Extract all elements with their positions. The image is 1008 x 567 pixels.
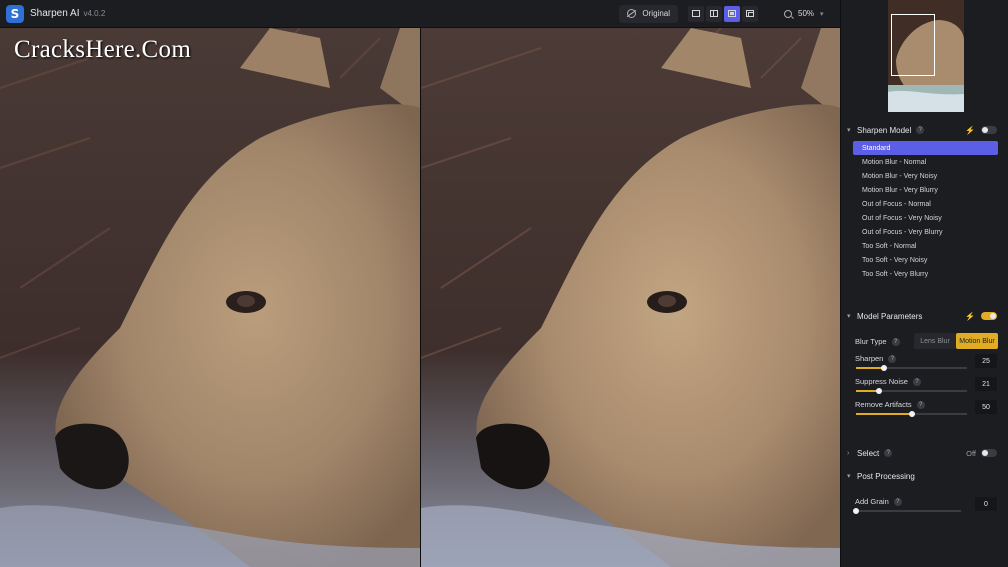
help-icon[interactable]: ? bbox=[888, 354, 897, 363]
auto-bolt-icon: ⚡ bbox=[965, 311, 975, 321]
select-header[interactable]: › Select ? Off bbox=[841, 446, 1008, 460]
auto-parameters-toggle[interactable] bbox=[981, 312, 997, 320]
app-title: Sharpen AI bbox=[30, 8, 80, 19]
select-section: › Select ? Off bbox=[841, 446, 1008, 460]
select-title: Select bbox=[857, 448, 880, 458]
model-option[interactable]: Motion Blur - Very Noisy bbox=[853, 169, 998, 183]
sharpen-model-header[interactable]: ▾ Sharpen Model ? ⚡ bbox=[841, 123, 1008, 137]
add-grain-row: Add Grain? 0 bbox=[841, 497, 1008, 520]
help-icon[interactable]: ? bbox=[916, 126, 925, 134]
parameter-row: Suppress Noise? 21 bbox=[841, 377, 1008, 400]
model-option[interactable]: Out of Focus - Very Noisy bbox=[853, 211, 998, 225]
parameter-row: Sharpen? 25 bbox=[841, 354, 1008, 377]
blur-type-label: Blur Type? bbox=[855, 337, 900, 346]
quad-view-button[interactable] bbox=[742, 5, 758, 22]
top-toolbar: S Sharpen AI v4.0.2 Original 50% ▾ bbox=[0, 0, 840, 28]
select-state-label: Off bbox=[966, 448, 976, 458]
split-view-icon bbox=[710, 10, 718, 17]
bear-photo-sharpened bbox=[421, 28, 840, 567]
post-processing-title: Post Processing bbox=[857, 471, 915, 481]
parameter-slider[interactable] bbox=[856, 365, 967, 371]
post-processing-section: ▾ Post Processing Add Grain? 0 bbox=[841, 469, 1008, 520]
parameter-value-input[interactable]: 25 bbox=[975, 354, 997, 368]
chevron-down-icon: ▾ bbox=[847, 127, 851, 134]
model-option[interactable]: Too Soft - Very Blurry bbox=[853, 267, 998, 281]
sharpen-model-toggle[interactable] bbox=[981, 126, 997, 134]
app-window: S Sharpen AI v4.0.2 Original 50% ▾ Crack… bbox=[0, 0, 1008, 567]
single-view-icon bbox=[692, 10, 700, 17]
model-option[interactable]: Out of Focus - Very Blurry bbox=[853, 225, 998, 239]
model-option[interactable]: Too Soft - Very Noisy bbox=[853, 253, 998, 267]
bear-photo-original bbox=[0, 28, 420, 567]
original-image-pane[interactable]: CracksHere.Com bbox=[0, 28, 420, 567]
model-option[interactable]: Out of Focus - Normal bbox=[853, 197, 998, 211]
zoom-icon bbox=[784, 9, 792, 18]
zoom-level: 50% bbox=[798, 9, 815, 18]
model-option[interactable]: Motion Blur - Normal bbox=[853, 155, 998, 169]
slider-thumb[interactable] bbox=[853, 508, 859, 514]
original-label: Original bbox=[642, 9, 670, 18]
help-icon[interactable]: ? bbox=[891, 337, 900, 346]
chevron-down-icon: ▾ bbox=[847, 473, 851, 480]
parameter-value-input[interactable]: 50 bbox=[975, 400, 997, 414]
sharpen-ai-logo-icon: S bbox=[6, 4, 24, 23]
post-processing-header[interactable]: ▾ Post Processing bbox=[841, 469, 1008, 483]
blur-type-row: Blur Type? Lens Blur Motion Blur bbox=[841, 333, 1008, 351]
side-by-side-view-icon bbox=[728, 10, 736, 17]
slider-thumb[interactable] bbox=[876, 388, 883, 394]
slider-fill bbox=[856, 367, 884, 369]
slider-fill bbox=[856, 413, 912, 415]
quad-view-icon bbox=[746, 10, 754, 17]
parameter-row: Remove Artifacts? 50 bbox=[841, 400, 1008, 423]
zoom-control[interactable]: 50% ▾ bbox=[776, 4, 830, 23]
model-parameters-header[interactable]: ▾ Model Parameters ⚡ bbox=[841, 309, 1008, 323]
image-viewer[interactable]: CracksHere.Com bbox=[0, 28, 840, 567]
split-view-button[interactable] bbox=[706, 5, 722, 22]
help-icon[interactable]: ? bbox=[912, 377, 921, 386]
help-icon[interactable]: ? bbox=[916, 400, 925, 409]
model-parameters-title: Model Parameters bbox=[857, 311, 923, 321]
watermark-text: CracksHere.Com bbox=[14, 36, 192, 63]
chevron-down-icon: ▾ bbox=[847, 313, 851, 320]
slider-thumb[interactable] bbox=[880, 365, 887, 371]
model-option[interactable]: Standard bbox=[853, 141, 998, 155]
model-option[interactable]: Motion Blur - Very Blurry bbox=[853, 183, 998, 197]
sharpen-model-title: Sharpen Model bbox=[857, 125, 912, 135]
original-toggle-button[interactable]: Original bbox=[619, 4, 678, 23]
add-grain-value-input[interactable]: 0 bbox=[975, 497, 997, 511]
chevron-right-icon: › bbox=[847, 449, 850, 457]
auto-bolt-icon: ⚡ bbox=[965, 125, 975, 135]
select-toggle[interactable] bbox=[981, 449, 997, 457]
parameter-slider[interactable] bbox=[856, 388, 967, 394]
help-icon[interactable]: ? bbox=[884, 449, 893, 457]
help-icon[interactable]: ? bbox=[893, 497, 902, 506]
model-parameters-section: ▾ Model Parameters ⚡ Blur Type? Lens Blu… bbox=[841, 309, 1008, 423]
chevron-down-icon: ▾ bbox=[820, 10, 824, 18]
motion-blur-option[interactable]: Motion Blur bbox=[956, 333, 998, 349]
sharpen-model-section: ▾ Sharpen Model ? ⚡ Standard Motion Blur … bbox=[841, 123, 1008, 281]
eye-off-icon bbox=[627, 9, 637, 18]
preview-image-pane[interactable] bbox=[421, 28, 840, 567]
model-list: Standard Motion Blur - Normal Motion Blur … bbox=[841, 141, 1008, 281]
parameter-label: Suppress Noise? bbox=[855, 377, 921, 386]
parameter-label: Remove Artifacts? bbox=[855, 400, 925, 409]
side-by-side-view-button[interactable] bbox=[724, 5, 740, 22]
parameter-label: Sharpen? bbox=[855, 354, 897, 363]
lens-blur-option[interactable]: Lens Blur bbox=[914, 333, 956, 349]
add-grain-label: Add Grain? bbox=[855, 497, 902, 506]
parameter-value-input[interactable]: 21 bbox=[975, 377, 997, 391]
single-view-button[interactable] bbox=[688, 5, 704, 22]
navigator-viewport-frame[interactable] bbox=[891, 14, 935, 76]
parameter-sliders: Sharpen? 25 Suppress Noise? 21 Remove Artifa… bbox=[841, 354, 1008, 423]
model-option[interactable]: Too Soft - Normal bbox=[853, 239, 998, 253]
slider-thumb[interactable] bbox=[908, 411, 915, 417]
navigator-thumbnail[interactable] bbox=[888, 0, 964, 112]
settings-panel: ▾ Sharpen Model ? ⚡ Standard Motion Blur … bbox=[840, 0, 1008, 567]
parameter-slider[interactable] bbox=[856, 411, 967, 417]
app-version: v4.0.2 bbox=[83, 9, 106, 18]
view-mode-group bbox=[688, 5, 758, 22]
add-grain-slider[interactable] bbox=[853, 508, 961, 514]
